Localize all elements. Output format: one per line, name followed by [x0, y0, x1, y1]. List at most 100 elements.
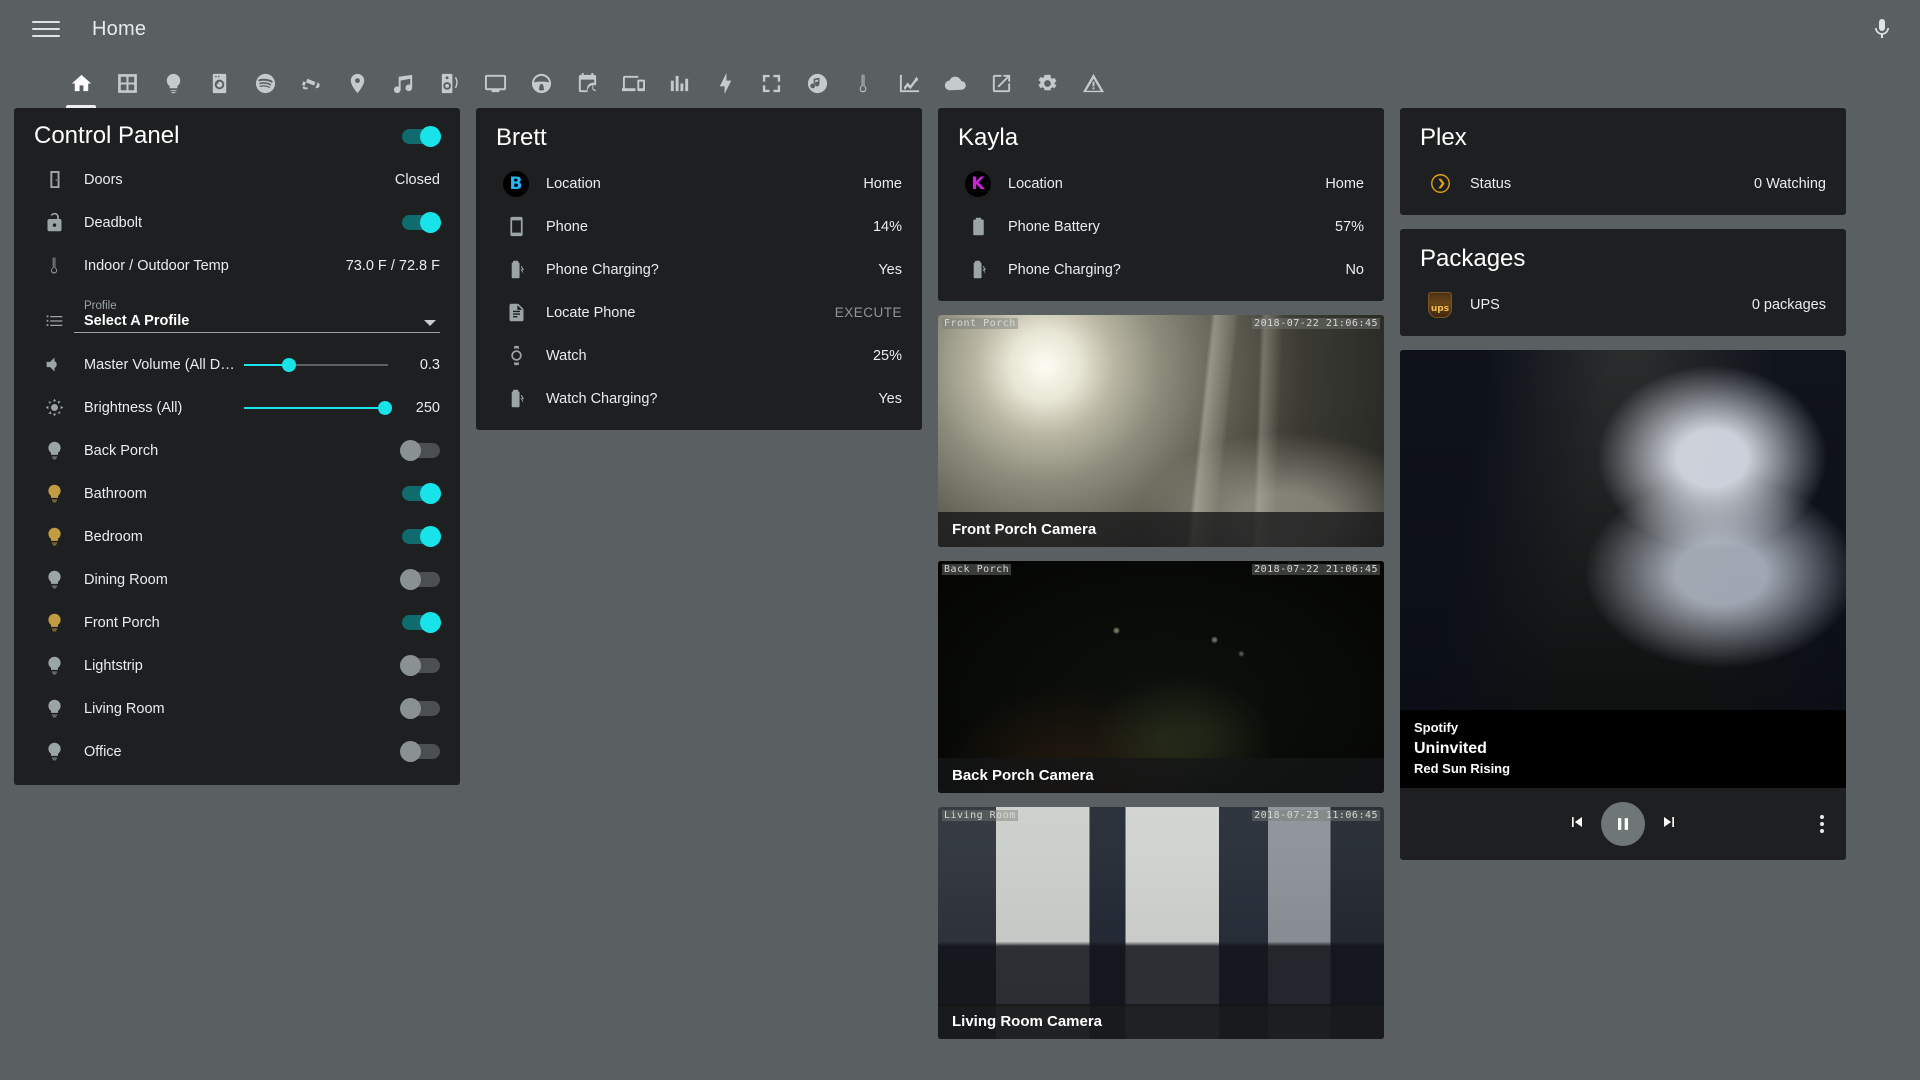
light-toggle[interactable] [402, 483, 441, 504]
tab-statistics[interactable] [656, 58, 702, 108]
entity-row-light[interactable]: Bedroom [14, 515, 460, 558]
camera-osd-timestamp: 2018-07-22 21:06:45 [1252, 318, 1380, 329]
tab-external[interactable] [978, 58, 1024, 108]
control-panel-card: Control Panel Doors Closed Deadbolt Indo… [14, 108, 460, 785]
light-toggle[interactable] [400, 741, 440, 762]
brightness-icon [34, 397, 74, 418]
tab-media[interactable] [794, 58, 840, 108]
tab-energy[interactable] [702, 58, 748, 108]
deadbolt-toggle[interactable] [402, 212, 441, 233]
slider-label: Master Volume (All Devic… [84, 356, 236, 373]
camera-name: Front Porch Camera [938, 512, 1384, 547]
tab-laundry[interactable] [196, 58, 242, 108]
brett-avatar-letter: B [503, 170, 529, 197]
microphone-icon[interactable] [1870, 17, 1894, 41]
entity-label: Office [84, 743, 122, 760]
light-toggle[interactable] [402, 612, 441, 633]
light-toggle[interactable] [400, 655, 440, 676]
entity-row-brett-location[interactable]: B Location Home [476, 162, 922, 205]
entity-row-light[interactable]: Dining Room [14, 558, 460, 601]
tab-location[interactable] [334, 58, 380, 108]
entity-row-brett-watch-charging[interactable]: Watch Charging? Yes [476, 377, 922, 420]
light-toggle[interactable] [400, 569, 440, 590]
entity-row-brett-phone-charging[interactable]: Phone Charging? Yes [476, 248, 922, 291]
entity-row-kayla-charging[interactable]: Phone Charging? No [938, 248, 1384, 291]
entity-row-locate-phone[interactable]: Locate Phone EXECUTE [476, 291, 922, 334]
profile-select-value: Select A Profile [84, 313, 190, 329]
entity-label: Phone Charging? [546, 261, 659, 278]
tab-music[interactable] [380, 58, 426, 108]
ups-icon: ups [1420, 291, 1460, 318]
lightbulb-icon [34, 440, 74, 461]
tab-car[interactable] [518, 58, 564, 108]
camera-back-porch[interactable]: Back Porch 2018-07-22 21:06:45 Back Porc… [938, 561, 1384, 793]
dots-vertical-icon[interactable] [1820, 815, 1824, 833]
entity-row-doors[interactable]: Doors Closed [14, 158, 460, 201]
tab-weather[interactable] [932, 58, 978, 108]
tab-spotify[interactable] [242, 58, 288, 108]
entity-row-light[interactable]: Office [14, 730, 460, 773]
control-panel-title: Control Panel [34, 122, 180, 149]
tab-alerts[interactable] [1070, 58, 1116, 108]
tab-automations[interactable] [748, 58, 794, 108]
avatar: B [496, 170, 536, 197]
tab-devices[interactable] [610, 58, 656, 108]
entity-row-plex-status[interactable]: Status 0 Watching [1400, 162, 1846, 205]
skip-previous-icon[interactable] [1567, 812, 1587, 837]
entity-row-light[interactable]: Bathroom [14, 472, 460, 515]
entity-row-light[interactable]: Living Room [14, 687, 460, 730]
skip-next-icon[interactable] [1659, 812, 1679, 837]
tab-speakers[interactable] [426, 58, 472, 108]
entity-label: Lightstrip [84, 657, 143, 674]
entity-label: Front Porch [84, 614, 160, 631]
lightbulb-icon [34, 483, 74, 504]
light-toggle[interactable] [400, 440, 440, 461]
entity-label: Bathroom [84, 485, 147, 502]
entity-row-light[interactable]: Back Porch [14, 429, 460, 472]
script-icon [496, 302, 536, 323]
tab-climate[interactable] [840, 58, 886, 108]
tab-settings[interactable] [1024, 58, 1070, 108]
tab-cameras[interactable] [288, 58, 334, 108]
tab-history[interactable] [886, 58, 932, 108]
entity-row-light[interactable]: Lightstrip [14, 644, 460, 687]
execute-button[interactable]: EXECUTE [835, 305, 902, 320]
entity-row-ups[interactable]: ups UPS 0 packages [1400, 283, 1846, 326]
lightbulb-icon [34, 698, 74, 719]
entity-row-brett-phone[interactable]: Phone 14% [476, 205, 922, 248]
volume-icon [34, 354, 74, 375]
entity-label: Watch [546, 347, 587, 364]
brightness-slider[interactable] [244, 400, 393, 415]
tab-lights[interactable] [150, 58, 196, 108]
entity-row-temperature[interactable]: Indoor / Outdoor Temp 73.0 F / 72.8 F [14, 244, 460, 287]
tab-home[interactable] [58, 58, 104, 108]
master-volume-slider[interactable] [244, 357, 388, 372]
chevron-down-icon[interactable] [424, 320, 436, 326]
thermometer-icon [34, 255, 74, 276]
slider-value: 0.3 [419, 356, 440, 373]
tab-calendar[interactable] [564, 58, 610, 108]
light-toggle[interactable] [400, 698, 440, 719]
door-icon [34, 169, 74, 190]
tab-overview[interactable] [104, 58, 150, 108]
entity-value: 73.0 F / 72.8 F [345, 257, 440, 274]
pause-icon[interactable] [1601, 802, 1645, 846]
control-panel-master-toggle[interactable] [402, 125, 441, 147]
slider-row-master-volume[interactable]: Master Volume (All Devic… 0.3 [14, 343, 460, 386]
camera-osd: Front Porch 2018-07-22 21:06:45 [942, 318, 1380, 329]
camera-front-porch[interactable]: Front Porch 2018-07-22 21:06:45 Front Po… [938, 315, 1384, 547]
profile-select-row[interactable]: Profile Select A Profile [14, 287, 460, 343]
entity-row-light[interactable]: Front Porch [14, 601, 460, 644]
entity-value: Closed [394, 171, 440, 188]
entity-row-brett-watch[interactable]: Watch 25% [476, 334, 922, 377]
camera-living-room[interactable]: Living Room 2018-07-23 11:06:45 Living R… [938, 807, 1384, 1039]
profile-select[interactable]: Profile Select A Profile [74, 300, 440, 333]
slider-row-brightness[interactable]: Brightness (All) 250 [14, 386, 460, 429]
entity-label: Watch Charging? [546, 390, 658, 407]
entity-row-deadbolt[interactable]: Deadbolt [14, 201, 460, 244]
entity-row-kayla-location[interactable]: K Location Home [938, 162, 1384, 205]
tab-tv[interactable] [472, 58, 518, 108]
light-toggle[interactable] [402, 526, 441, 547]
entity-row-kayla-battery[interactable]: Phone Battery 57% [938, 205, 1384, 248]
hamburger-menu-icon[interactable] [32, 15, 60, 43]
